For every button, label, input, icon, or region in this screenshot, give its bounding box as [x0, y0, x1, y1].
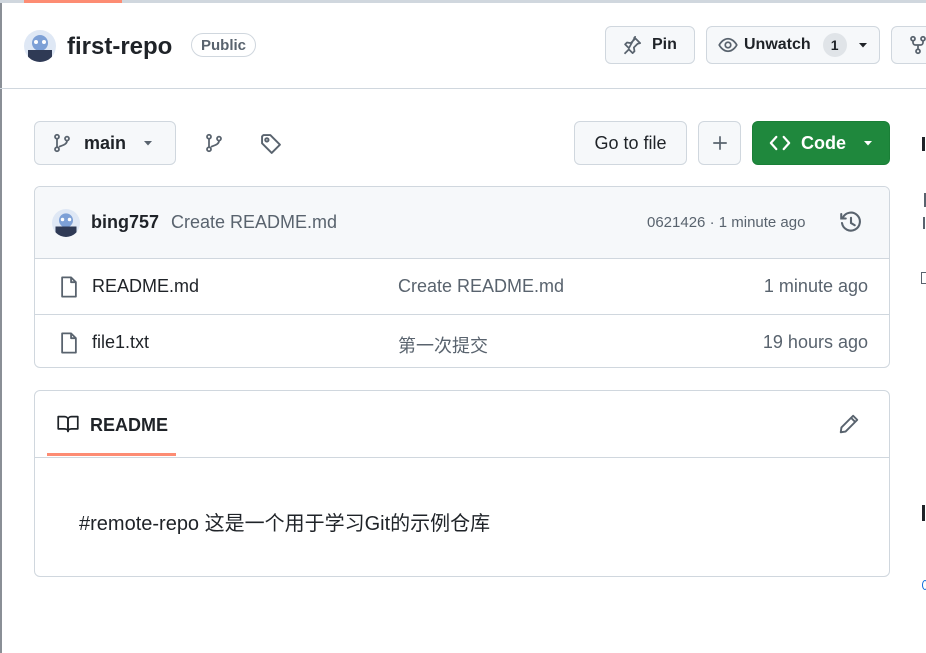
sidebar-fragment — [918, 580, 926, 596]
unwatch-button[interactable]: Unwatch 1 — [706, 26, 880, 64]
plus-icon — [712, 136, 727, 150]
history-icon[interactable] — [839, 211, 863, 235]
pin-label: Pin — [652, 36, 677, 53]
commit-hash-time[interactable]: 0621426 · 1 minute ago — [647, 214, 805, 231]
add-file-button[interactable] — [698, 121, 741, 165]
sidebar-fragment — [918, 193, 926, 245]
chevron-down-icon — [864, 141, 872, 146]
go-to-file-button[interactable]: Go to file — [574, 121, 687, 165]
branches-icon[interactable] — [204, 133, 224, 153]
sidebar-fragment — [918, 137, 926, 153]
file-commit-link[interactable]: 第一次提交 — [398, 332, 488, 358]
eye-icon — [718, 37, 738, 53]
code-label: Code — [801, 132, 846, 153]
file-row[interactable]: file1.txt 第一次提交 19 hours ago — [35, 315, 889, 367]
book-icon — [57, 415, 79, 433]
pin-icon — [623, 36, 641, 55]
file-commit-time: 19 hours ago — [762, 332, 868, 352]
readme-title: README — [90, 415, 169, 435]
fork-icon — [910, 35, 926, 55]
tag-icon[interactable] — [260, 133, 282, 155]
fork-button[interactable] — [891, 26, 926, 64]
watch-count-badge: 1 — [822, 33, 847, 57]
branch-name: main — [84, 132, 127, 153]
branch-icon — [54, 133, 70, 153]
code-icon — [769, 135, 791, 151]
repo-header: first-repo Public Pin Unwatch 1 — [0, 3, 926, 89]
commit-message-link[interactable]: Create README.md — [171, 212, 337, 233]
pin-button[interactable]: Pin — [605, 26, 695, 64]
chevron-down-icon[interactable] — [857, 39, 869, 51]
file-name-link[interactable]: README.md — [92, 276, 199, 297]
file-commit-link[interactable]: Create README.md — [398, 276, 564, 297]
file-row[interactable]: README.md Create README.md 1 minute ago — [35, 259, 889, 315]
commit-author-link[interactable]: bing757 — [91, 212, 159, 233]
file-icon — [61, 276, 77, 298]
file-commit-time: 1 minute ago — [763, 276, 868, 296]
branch-selector-button[interactable]: main — [34, 121, 176, 165]
file-name-link[interactable]: file1.txt — [92, 332, 149, 353]
readme-tab[interactable]: README — [47, 391, 176, 456]
sidebar-fragment — [918, 505, 926, 523]
readme-header: README — [35, 391, 889, 458]
repo-name-link[interactable]: first-repo — [67, 33, 172, 61]
code-button[interactable]: Code — [752, 121, 890, 165]
readme-content: #remote-repo 这是一个用于学习Git的示例仓库 — [79, 513, 491, 535]
chevron-down-icon — [144, 141, 153, 146]
sidebar-fragment — [918, 272, 926, 286]
owner-avatar-icon[interactable] — [24, 30, 56, 62]
latest-commit-bar: bing757 Create README.md 0621426 · 1 min… — [35, 187, 889, 259]
readme-panel: README #remote-repo 这是一个用于学习Git的示例仓库 — [34, 390, 890, 577]
visibility-badge: Public — [191, 33, 257, 57]
file-browser: bing757 Create README.md 0621426 · 1 min… — [34, 186, 890, 368]
window-edge — [0, 0, 2, 653]
unwatch-label: Unwatch — [744, 36, 811, 53]
file-icon — [61, 332, 77, 354]
commit-author-avatar-icon[interactable] — [52, 209, 80, 237]
pencil-icon[interactable] — [838, 413, 860, 435]
